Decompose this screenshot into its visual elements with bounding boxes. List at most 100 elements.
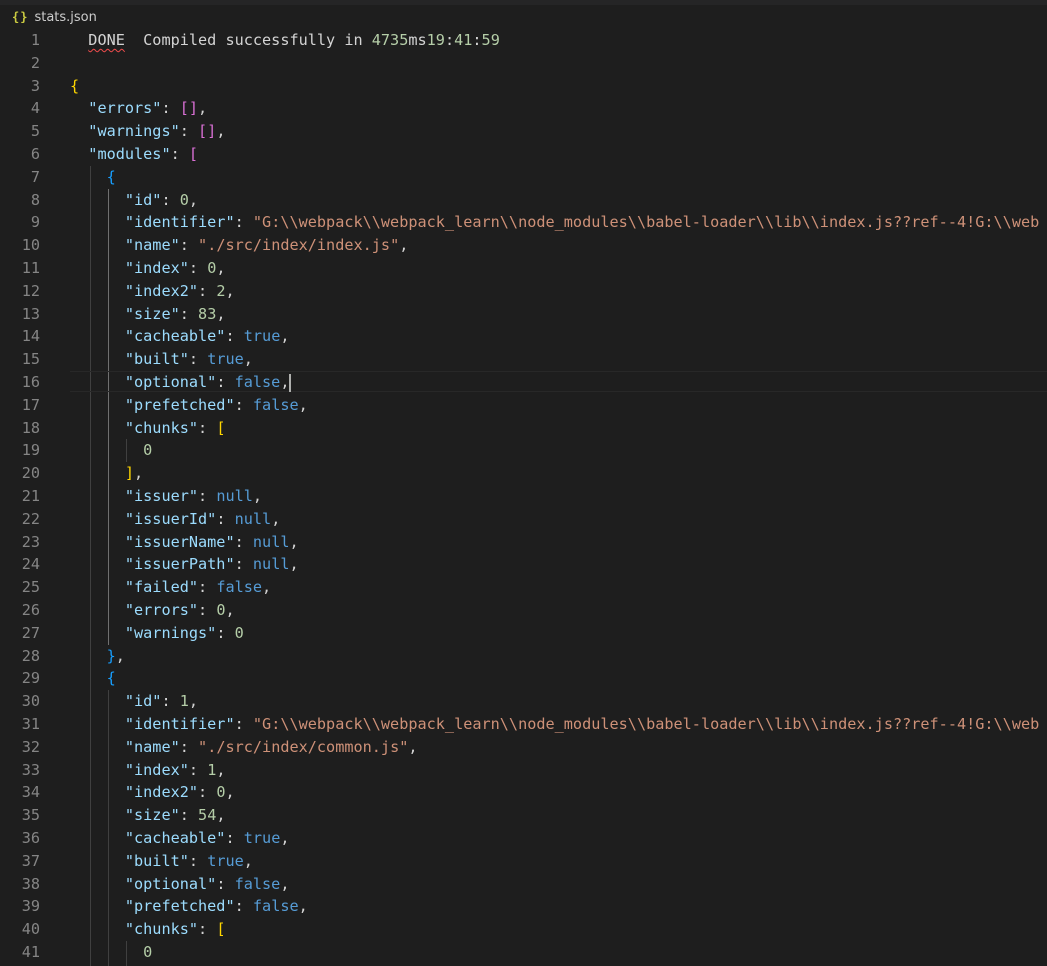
code-line[interactable]: 26 "errors": 0, (0, 599, 1047, 622)
code-token: "prefetched" (124, 897, 235, 916)
line-number: 34 (21, 783, 40, 802)
code-line[interactable]: 2 (0, 52, 1047, 75)
code-line[interactable]: 23 "issuerName": null, (0, 531, 1047, 554)
code-token: 1 (179, 692, 189, 711)
line-number: 2 (30, 53, 40, 72)
code-line[interactable]: 17 "prefetched": false, (0, 394, 1047, 417)
code-token: , (252, 487, 263, 505)
code-line[interactable]: 10 "name": "./src/index/index.js", (0, 234, 1047, 257)
code-token: : (188, 851, 208, 870)
code-line[interactable]: 36 "cacheable": true, (0, 827, 1047, 850)
title-strip (0, 0, 1047, 5)
code-editor[interactable]: 1 DONE Compiled successfully in 4735ms19… (0, 29, 1047, 966)
code-line[interactable]: 19 0 (0, 439, 1047, 462)
code-token: , (280, 327, 290, 346)
code-token: : (188, 259, 208, 277)
code-line[interactable]: 35 "size": 54, (0, 804, 1047, 827)
line-number: 36 (21, 829, 40, 847)
line-content: "chunks": [ (70, 918, 226, 941)
code-token: : (188, 760, 208, 779)
code-token: , (408, 737, 418, 756)
code-token: "built" (124, 350, 189, 369)
code-line[interactable]: 22 "issuerId": null, (0, 508, 1047, 531)
code-token: : (161, 99, 180, 118)
code-line[interactable]: 33 "index": 1, (0, 759, 1047, 782)
code-line[interactable]: 27 "warnings": 0 (0, 622, 1047, 645)
code-line[interactable]: 21 "issuer": null, (0, 485, 1047, 508)
line-number: 8 (30, 190, 40, 209)
code-token: , (225, 601, 235, 619)
code-token: , (188, 692, 199, 711)
line-content: "index2": 0, (70, 781, 235, 804)
code-line[interactable]: 25 "failed": false, (0, 576, 1047, 599)
code-token: null (234, 509, 272, 528)
code-token: "chunks" (124, 920, 199, 939)
line-number: 13 (21, 304, 40, 323)
code-line[interactable]: 38 "optional": false, (0, 873, 1047, 896)
tab-stats-json[interactable]: {} stats.json (0, 6, 97, 28)
code-token: "failed" (124, 578, 199, 597)
code-line[interactable]: 13 "size": 83, (0, 303, 1047, 326)
code-line[interactable]: 20 ], (0, 462, 1047, 485)
code-line[interactable]: 8 "id": 0, (0, 189, 1047, 212)
code-line[interactable]: 37 "built": true, (0, 850, 1047, 873)
code-line[interactable]: 40 "chunks": [ (0, 918, 1047, 941)
line-content: "name": "./src/index/common.js", (70, 736, 418, 759)
line-content: "identifier": "G:\\webpack\\webpack_lear… (70, 713, 1039, 736)
code-token: 59 (481, 31, 500, 49)
code-line[interactable]: 41 0 (0, 941, 1047, 964)
code-token: false (216, 578, 263, 597)
code-token: : (234, 395, 253, 414)
code-line[interactable]: 1 DONE Compiled successfully in 4735ms19… (0, 29, 1047, 52)
code-token: , (115, 646, 125, 665)
code-token: , (280, 829, 290, 847)
code-line[interactable]: 3{ (0, 75, 1047, 98)
code-line[interactable]: 28 }, (0, 645, 1047, 668)
code-line[interactable]: 18 "chunks": [ (0, 417, 1047, 440)
code-token: , (280, 373, 290, 391)
code-token: false (234, 373, 281, 391)
line-content: "issuerId": null, (70, 508, 280, 531)
code-token: "index" (124, 760, 189, 779)
code-line[interactable]: 34 "index2": 0, (0, 781, 1047, 804)
code-line[interactable]: 6 "modules": [ (0, 143, 1047, 166)
line-content: 0 (70, 941, 152, 964)
code-token: ] (124, 464, 135, 483)
line-number: 6 (30, 145, 40, 163)
code-line[interactable]: 12 "index2": 2, (0, 280, 1047, 303)
code-token: , (298, 897, 308, 916)
code-line[interactable]: 5 "warnings": [], (0, 120, 1047, 143)
code-line[interactable]: 16 "optional": false, (0, 371, 1047, 394)
code-line[interactable]: 32 "name": "./src/index/common.js", (0, 736, 1047, 759)
code-token: true (243, 829, 281, 847)
code-token: "optional" (124, 874, 217, 893)
line-number: 11 (21, 259, 40, 277)
code-token: , (216, 259, 226, 277)
code-line[interactable]: 11 "index": 0, (0, 257, 1047, 280)
line-number: 9 (30, 213, 40, 232)
code-token: } (106, 646, 116, 665)
code-line[interactable]: 30 "id": 1, (0, 690, 1047, 713)
code-line[interactable]: 31 "identifier": "G:\\webpack\\webpack_l… (0, 713, 1047, 736)
code-line[interactable]: 29 { (0, 667, 1047, 690)
code-line[interactable]: 39 "prefetched": false, (0, 895, 1047, 918)
code-line[interactable]: 7 { (0, 166, 1047, 189)
code-token: [ (216, 920, 226, 939)
line-content: "name": "./src/index/index.js", (70, 234, 409, 257)
code-line[interactable]: 24 "issuerPath": null, (0, 553, 1047, 576)
code-line[interactable]: 9 "identifier": "G:\\webpack\\webpack_le… (0, 211, 1047, 234)
code-token: Compiled successfully in (124, 31, 372, 49)
error-squiggle-token: DONE (88, 31, 125, 49)
code-line[interactable]: 14 "cacheable": true, (0, 325, 1047, 348)
code-line[interactable]: 4 "errors": [], (0, 97, 1047, 120)
line-number: 15 (21, 350, 40, 369)
code-line[interactable]: 15 "built": true, (0, 348, 1047, 371)
